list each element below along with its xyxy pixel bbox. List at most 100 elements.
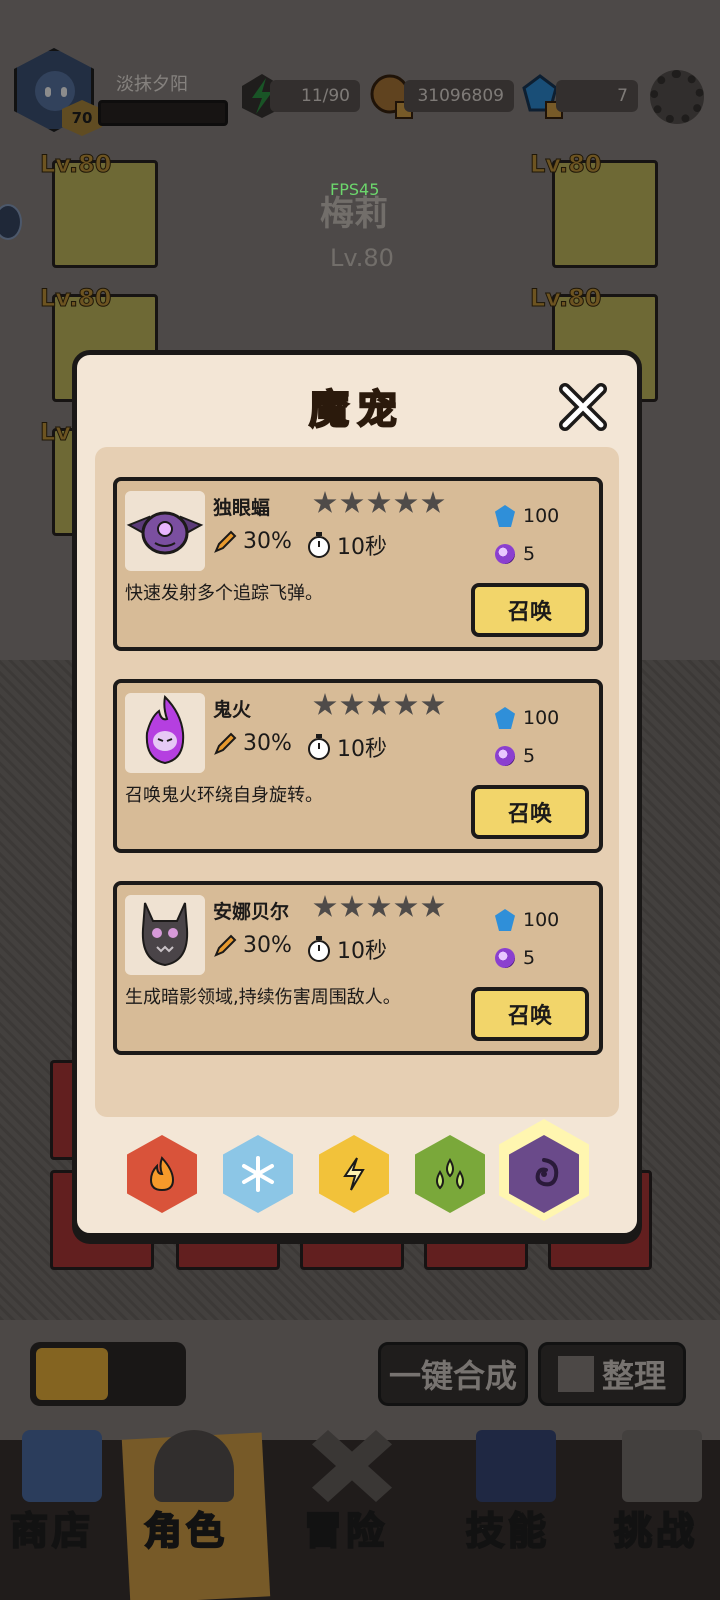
nav-character[interactable]: 角色: [143, 1500, 228, 1555]
gem-cost: 100: [495, 707, 559, 729]
star-icon: [367, 693, 391, 715]
element-tabs: [123, 1119, 603, 1221]
nav-shop[interactable]: 商店: [9, 1500, 94, 1555]
modal-title: 魔宠: [308, 386, 405, 434]
star-icon: [394, 895, 418, 917]
tab-fire[interactable]: [127, 1135, 197, 1213]
hero-level: Lv.80: [330, 244, 394, 272]
gem-cost: 100: [495, 909, 559, 931]
gem-cost-value: 100: [523, 707, 560, 729]
summon-button[interactable]: 召唤: [471, 785, 589, 839]
challenge-sword-icon: [622, 1430, 702, 1502]
sword-icon: [214, 732, 237, 755]
dark-orb-icon: [495, 544, 515, 564]
equip-level-label: Lv.80: [40, 150, 112, 179]
coin-counter: 31096809: [404, 80, 514, 112]
pet-damage: 30%: [213, 529, 292, 554]
ghost-fire-icon: [125, 693, 205, 773]
tab-lightning[interactable]: [319, 1135, 389, 1213]
star-icon: [367, 895, 391, 917]
pet-description: 召唤鬼火环绕自身旋转。: [125, 785, 323, 806]
xp-bar: [98, 100, 228, 126]
pet-name: 独眼蝠: [213, 497, 271, 519]
nav-challenge[interactable]: 挑战: [613, 1500, 698, 1555]
view-toggle[interactable]: [30, 1342, 186, 1406]
pet-cooldown-value: 10秒: [337, 939, 387, 964]
settings-gear-icon[interactable]: [650, 70, 704, 124]
summon-button[interactable]: 召唤: [471, 583, 589, 637]
one-eyed-bat-icon: [125, 491, 205, 571]
star-icon: [367, 491, 391, 513]
orb-cost-value: 5: [523, 745, 536, 767]
orb-cost: 5: [495, 947, 535, 969]
dark-orb-icon: [495, 948, 515, 968]
equip-level-label: Lv.80: [530, 284, 602, 313]
energy-counter: 11/90: [270, 80, 360, 112]
spellbook-icon: [476, 1430, 556, 1502]
annabelle-icon: [125, 895, 205, 975]
summon-button[interactable]: 召唤: [471, 987, 589, 1041]
close-icon[interactable]: [555, 379, 611, 435]
sword-icon: [214, 530, 237, 553]
auto-merge-button[interactable]: 一键合成: [378, 1342, 528, 1406]
lightning-icon: [343, 1157, 365, 1191]
pet-damage-value: 30%: [243, 933, 292, 958]
star-icon: [313, 491, 337, 513]
gem-counter: 7: [556, 80, 638, 112]
pet-stars: [313, 693, 445, 717]
pet-cooldown: 10秒: [307, 529, 387, 561]
dark-orb-icon: [495, 746, 515, 766]
stopwatch-icon: [308, 734, 330, 760]
equip-level-label: Lv.80: [530, 150, 602, 179]
star-icon: [340, 491, 364, 513]
top-header: 70 淡抹夕阳 11/90 31096809 7: [0, 40, 720, 150]
vortex-icon: [535, 1158, 559, 1187]
star-icon: [394, 693, 418, 715]
snowflake-icon: [242, 1156, 274, 1192]
poison-drops-icon: [436, 1158, 464, 1190]
nav-adventure[interactable]: 冒险: [303, 1500, 388, 1555]
toggle-equip-option[interactable]: [36, 1348, 108, 1400]
sort-icon: [557, 1356, 594, 1392]
nav-skills[interactable]: 技能: [465, 1500, 550, 1555]
player-name: 淡抹夕阳: [116, 74, 188, 95]
pet-cooldown-value: 10秒: [337, 535, 387, 560]
pet-name: 安娜贝尔: [213, 901, 290, 923]
pet-cooldown-value: 10秒: [337, 737, 387, 762]
tab-poison[interactable]: [415, 1135, 485, 1213]
pet-name: 鬼火: [213, 699, 252, 721]
pet-modal: 魔宠 独眼蝠 30% 10秒 100 5 快速发射多个追踪飞弹。 召唤 鬼火 3…: [72, 350, 642, 1238]
pet-description: 生成暗影领域,持续伤害周围敌人。: [125, 987, 401, 1008]
gem-cost: 100: [495, 505, 559, 527]
orb-cost: 5: [495, 745, 535, 767]
fps-counter: FPS45: [330, 180, 380, 199]
equip-level-label: Lv: [40, 418, 72, 447]
tab-ice[interactable]: [223, 1135, 293, 1213]
star-icon: [340, 693, 364, 715]
pet-cooldown: 10秒: [307, 933, 387, 965]
sword-icon: [214, 934, 237, 957]
equip-level-label: Lv.80: [40, 284, 112, 313]
star-icon: [394, 491, 418, 513]
pet-card: 鬼火 30% 10秒 100 5 召唤鬼火环绕自身旋转。 召唤: [113, 679, 603, 853]
pet-damage: 30%: [213, 731, 292, 756]
pet-stars: [313, 491, 445, 515]
fire-icon: [149, 1156, 175, 1192]
pet-description: 快速发射多个追踪飞弹。: [125, 583, 323, 604]
pet-damage: 30%: [213, 933, 292, 958]
gem-icon: [495, 505, 515, 527]
star-icon: [421, 693, 445, 715]
sort-button[interactable]: 整理: [538, 1342, 686, 1406]
helmet-icon: [154, 1430, 234, 1502]
gem-icon: [495, 909, 515, 931]
star-icon: [313, 895, 337, 917]
star-icon: [421, 491, 445, 513]
stopwatch-icon: [308, 936, 330, 962]
pet-list: 独眼蝠 30% 10秒 100 5 快速发射多个追踪飞弹。 召唤 鬼火 30% …: [95, 447, 619, 1117]
gem-cost-value: 100: [523, 909, 560, 931]
orb-cost-value: 5: [523, 543, 536, 565]
star-icon: [340, 895, 364, 917]
pet-card: 独眼蝠 30% 10秒 100 5 快速发射多个追踪飞弹。 召唤: [113, 477, 603, 651]
stopwatch-icon: [308, 532, 330, 558]
sort-button-label: 整理: [601, 1357, 666, 1395]
